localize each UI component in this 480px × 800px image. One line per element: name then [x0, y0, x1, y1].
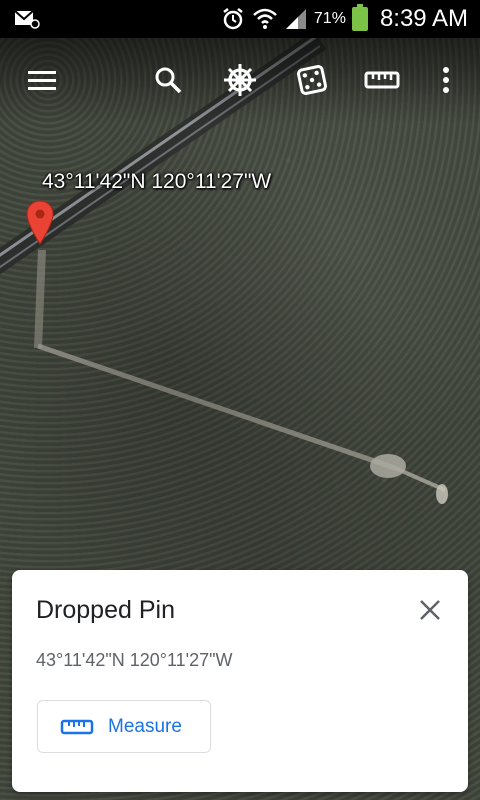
measure-icon [364, 71, 400, 89]
measure-button-icon-wrap [60, 718, 94, 736]
map-toolbar [0, 38, 480, 124]
card-coordinates: 43°11'42"N 120°11'27"W [36, 650, 233, 670]
clearing [370, 454, 406, 478]
measure-button[interactable]: Measure [37, 700, 211, 753]
dropped-pin-card: Dropped Pin 43°11'42"N 120°11'27"W Measu… [12, 570, 468, 792]
wifi-icon [253, 8, 277, 29]
battery-percent: 71% [313, 10, 346, 27]
dirt-track [34, 249, 46, 349]
alarm-icon [223, 8, 243, 30]
dropped-pin-marker[interactable] [26, 200, 54, 250]
search-button[interactable] [150, 62, 186, 98]
clearing [436, 484, 448, 504]
battery-icon [351, 4, 368, 31]
measure-button-label: Measure [108, 715, 182, 737]
more-options-button[interactable] [428, 62, 464, 98]
card-title: Dropped Pin [36, 596, 175, 624]
voyager-button[interactable] [222, 62, 258, 98]
feeling-lucky-button[interactable] [294, 62, 330, 98]
more-icon [443, 67, 449, 93]
mail-notification-icon [14, 10, 40, 29]
clock: 8:39 AM [379, 5, 468, 32]
measure-tool-button[interactable] [364, 62, 400, 98]
pin-coordinates-label: 43°11'42"N 120°11'27"W [42, 170, 272, 193]
ruler-icon [60, 719, 94, 734]
location-pin-icon [26, 200, 54, 245]
voyager-icon [224, 64, 256, 96]
feeling-lucky-icon [297, 65, 327, 95]
close-icon [420, 600, 440, 620]
dirt-track [37, 343, 396, 471]
menu-icon [28, 71, 56, 90]
menu-button[interactable] [24, 62, 60, 98]
search-icon [155, 67, 182, 94]
close-button[interactable] [414, 594, 446, 626]
dirt-track [394, 466, 446, 492]
status-bar: 71% 8:39 AM [0, 0, 480, 38]
signal-icon [285, 9, 306, 29]
